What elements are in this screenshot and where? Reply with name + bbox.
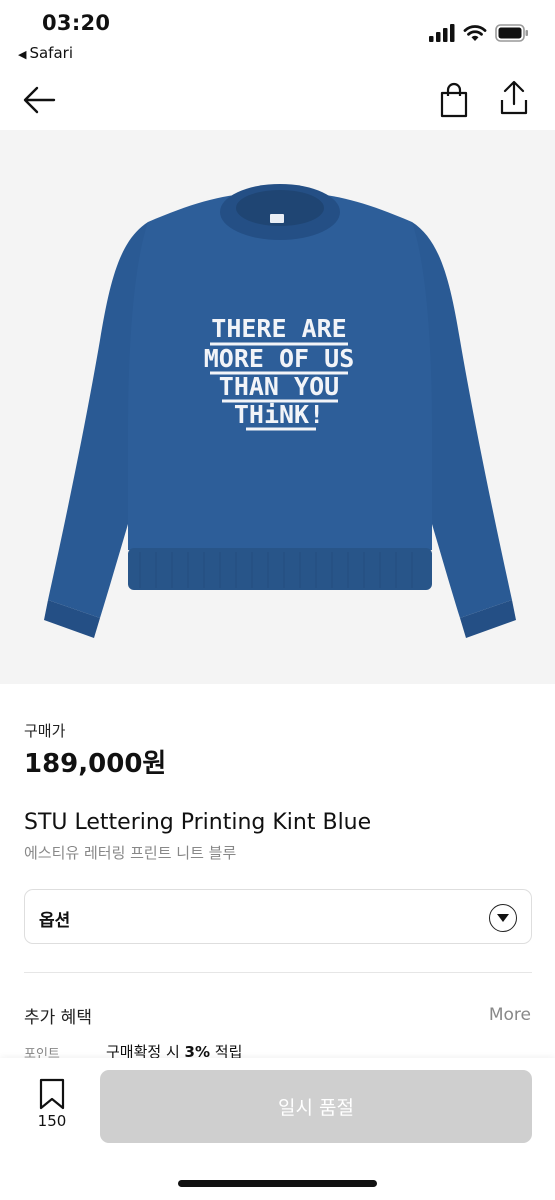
benefits-more-link[interactable]: More [489,1005,531,1025]
print-line-1: THERE ARE [211,314,346,343]
nav-bar [0,72,555,128]
price-label: 구매가 [24,722,66,740]
bookmark-button[interactable]: 150 [30,1078,74,1138]
back-to-app-link[interactable]: ◀ Safari [18,44,73,62]
shopping-bag-icon [440,82,468,118]
print-line-2: MORE OF US [204,344,355,373]
system-icons [429,24,529,42]
product-subtitle: 에스티유 레터링 프린트 니트 블루 [24,844,237,862]
option-label: 옵션 [39,911,71,931]
status-time: 03:20 [42,11,111,35]
bookmark-icon [39,1078,65,1110]
benefits-title: 추가 혜택 [24,1008,92,1028]
share-icon [500,80,528,115]
divider [24,972,532,973]
bottom-action-bar: 150 일시 품절 [0,1058,555,1200]
product-title: STU Lettering Printing Kint Blue [24,810,372,835]
battery-icon [495,24,528,42]
product-image[interactable]: THERE ARE MORE OF US THAN YOU THiNK! [0,130,555,684]
status-bar: 03:20 ◀ Safari [0,0,555,70]
wifi-icon [463,25,487,41]
back-button[interactable] [20,80,60,120]
chevron-down-icon [489,904,517,932]
option-selector[interactable]: 옵션 [24,889,532,944]
print-line-4: THiNK! [234,400,324,429]
sweater-illustration: THERE ARE MORE OF US THAN YOU THiNK! [44,184,516,638]
arrow-left-icon [23,86,56,114]
price: 189,000원 [24,749,167,779]
bookmark-count: 150 [37,1112,67,1130]
back-triangle-icon: ◀ [18,48,27,61]
home-indicator [178,1180,377,1187]
sold-out-button[interactable]: 일시 품절 [100,1070,532,1143]
cellular-signal-icon [429,24,455,42]
back-app-label: Safari [29,44,73,62]
print-line-3: THAN YOU [219,372,339,401]
share-button[interactable] [494,78,534,118]
cart-button[interactable] [434,80,474,120]
